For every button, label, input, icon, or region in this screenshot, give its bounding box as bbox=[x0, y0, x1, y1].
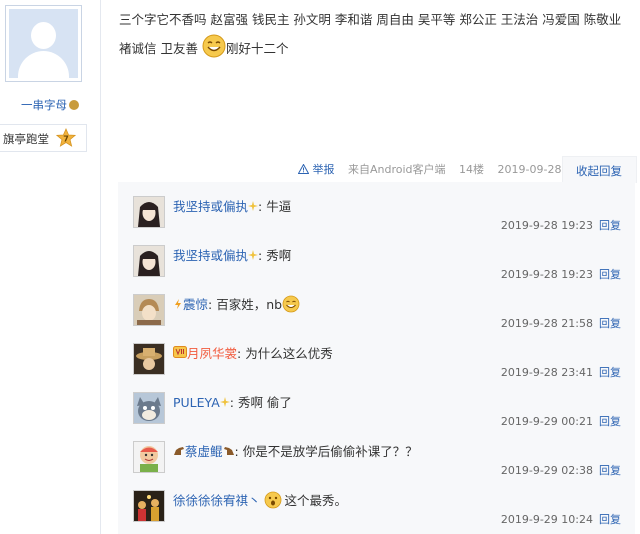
warning-icon bbox=[297, 163, 310, 174]
reply-text: : 百家姓，nb bbox=[208, 297, 283, 312]
sparkle-icon bbox=[248, 250, 259, 260]
reply-list: 我坚持或偏执: 牛逼 2019-9-28 19:23 回复 我坚持或偏执: 秀啊 … bbox=[118, 182, 635, 534]
list-item: 我坚持或偏执: 秀啊 2019-9-28 19:23 回复 bbox=[118, 231, 635, 281]
reply-line: 震惊: 百家姓，nb bbox=[173, 294, 300, 313]
reply-username[interactable]: 我坚持或偏执 bbox=[173, 199, 248, 214]
level-icon bbox=[69, 100, 79, 110]
list-item: 蔡虚鲲: 你是不是放学后偷偷补课了？？ 2019-9-29 02:38 回复 bbox=[118, 427, 635, 477]
svg-text:7: 7 bbox=[63, 135, 69, 144]
author-name[interactable]: 一串字母 bbox=[0, 97, 100, 113]
party-avatar[interactable] bbox=[133, 490, 165, 522]
reply-text: : 牛逼 bbox=[258, 199, 292, 214]
post-content: 三个字它不香吗 赵富强 钱民主 孙文明 李和谐 周自由 吴平等 郑公正 王法治 … bbox=[119, 6, 629, 63]
surprised-emoji-icon bbox=[264, 491, 281, 509]
post-text-end: 刚好十二个 bbox=[225, 41, 289, 56]
reply-username[interactable]: 徐徐徐徐宥祺丶 bbox=[173, 493, 261, 508]
reply-username[interactable]: PULEYA bbox=[173, 395, 220, 410]
list-item: 震惊: 百家姓，nb 2019-9-28 21:58 回复 bbox=[118, 280, 635, 330]
reply-meta: 2019-9-29 10:24 回复 bbox=[501, 511, 621, 527]
reply-line: 月夙华裳: 为什么这么优秀 bbox=[173, 343, 333, 362]
reply-text: : 秀啊 偷了 bbox=[229, 395, 292, 410]
reply-username[interactable]: 震惊 bbox=[183, 297, 208, 312]
default-avatar-icon bbox=[9, 9, 78, 78]
report-link[interactable]: 举报 bbox=[297, 163, 335, 176]
reply-username[interactable]: 月夙华裳 bbox=[187, 346, 237, 361]
reply-text: : 为什么这么优秀 bbox=[237, 346, 333, 361]
reply-line: 徐徐徐徐宥祺丶 这个最秀。 bbox=[173, 490, 347, 509]
collapse-replies-label[interactable]: 收起回复 bbox=[576, 163, 622, 179]
horse-icon bbox=[223, 447, 234, 455]
list-item: 月夙华裳: 为什么这么优秀 2019-9-28 23:41 回复 bbox=[118, 329, 635, 379]
author-name-text[interactable]: 一串字母 bbox=[21, 98, 67, 112]
author-avatar[interactable] bbox=[5, 5, 82, 82]
post-source[interactable]: 来自Android客户端 bbox=[348, 163, 446, 176]
reply-username[interactable]: 我坚持或偏执 bbox=[173, 248, 248, 263]
anime-girl-avatar[interactable] bbox=[133, 196, 165, 228]
badge-name: 旗亭跑堂 bbox=[3, 132, 49, 146]
reply-text: : 秀啊 bbox=[258, 248, 292, 263]
reply-line: PULEYA : 秀啊 偷了 bbox=[173, 392, 292, 411]
sparkle-icon bbox=[219, 397, 230, 407]
anime-girl-avatar[interactable] bbox=[133, 245, 165, 277]
tom-cat-avatar[interactable] bbox=[133, 392, 165, 424]
sparkle-icon bbox=[248, 201, 259, 211]
author-sidebar: 一串字母 旗亭跑堂 7 bbox=[0, 0, 101, 534]
lightning-icon bbox=[175, 299, 181, 309]
reply-line: 我坚持或偏执 : 秀啊 bbox=[173, 245, 291, 264]
list-item: 我坚持或偏执: 牛逼 2019-9-28 19:23 回复 bbox=[118, 182, 635, 232]
reply-text: 这个最秀。 bbox=[284, 493, 348, 508]
reply-text: : 你是不是放学后偷偷补课了？？ bbox=[234, 444, 418, 459]
hat-avatar[interactable] bbox=[133, 343, 165, 375]
collapse-replies-tab[interactable]: 收起回复 bbox=[562, 156, 637, 183]
level-star-icon: 7 bbox=[56, 128, 76, 147]
author-badge[interactable]: 旗亭跑堂 7 bbox=[0, 124, 87, 152]
horse-icon bbox=[174, 447, 184, 455]
report-label[interactable]: 举报 bbox=[313, 163, 335, 176]
reply-line: 我坚持或偏执 : 牛逼 bbox=[173, 196, 291, 215]
reply-time: 2019-9-29 10:24 bbox=[500, 513, 593, 526]
anime-boy-avatar[interactable] bbox=[133, 294, 165, 326]
floor-number: 14楼 bbox=[459, 163, 485, 176]
vip-badge-icon bbox=[173, 346, 187, 358]
reply-button[interactable]: 回复 bbox=[599, 513, 621, 526]
smile-emoji-icon bbox=[282, 295, 300, 313]
reply-line: 蔡虚鲲 : 你是不是放学后偷偷补课了？？ bbox=[173, 441, 418, 460]
list-item: PULEYA: 秀啊 偷了 2019-9-29 00:21 回复 bbox=[118, 378, 635, 428]
reply-username[interactable]: 蔡虚鲲 bbox=[185, 444, 223, 459]
list-item: 徐徐徐徐宥祺丶 这个最秀。 2019-9-29 10:24 回复 bbox=[118, 476, 635, 527]
cartoon-avatar[interactable] bbox=[133, 441, 165, 473]
post-text: 三个字它不香吗 赵富强 钱民主 孙文明 李和谐 周自由 吴平等 郑公正 王法治 … bbox=[119, 12, 622, 56]
smile-emoji-icon bbox=[202, 34, 226, 58]
post-info-bar: 举报 来自Android客户端 14楼 2019-09-28 14:14 bbox=[297, 161, 607, 177]
